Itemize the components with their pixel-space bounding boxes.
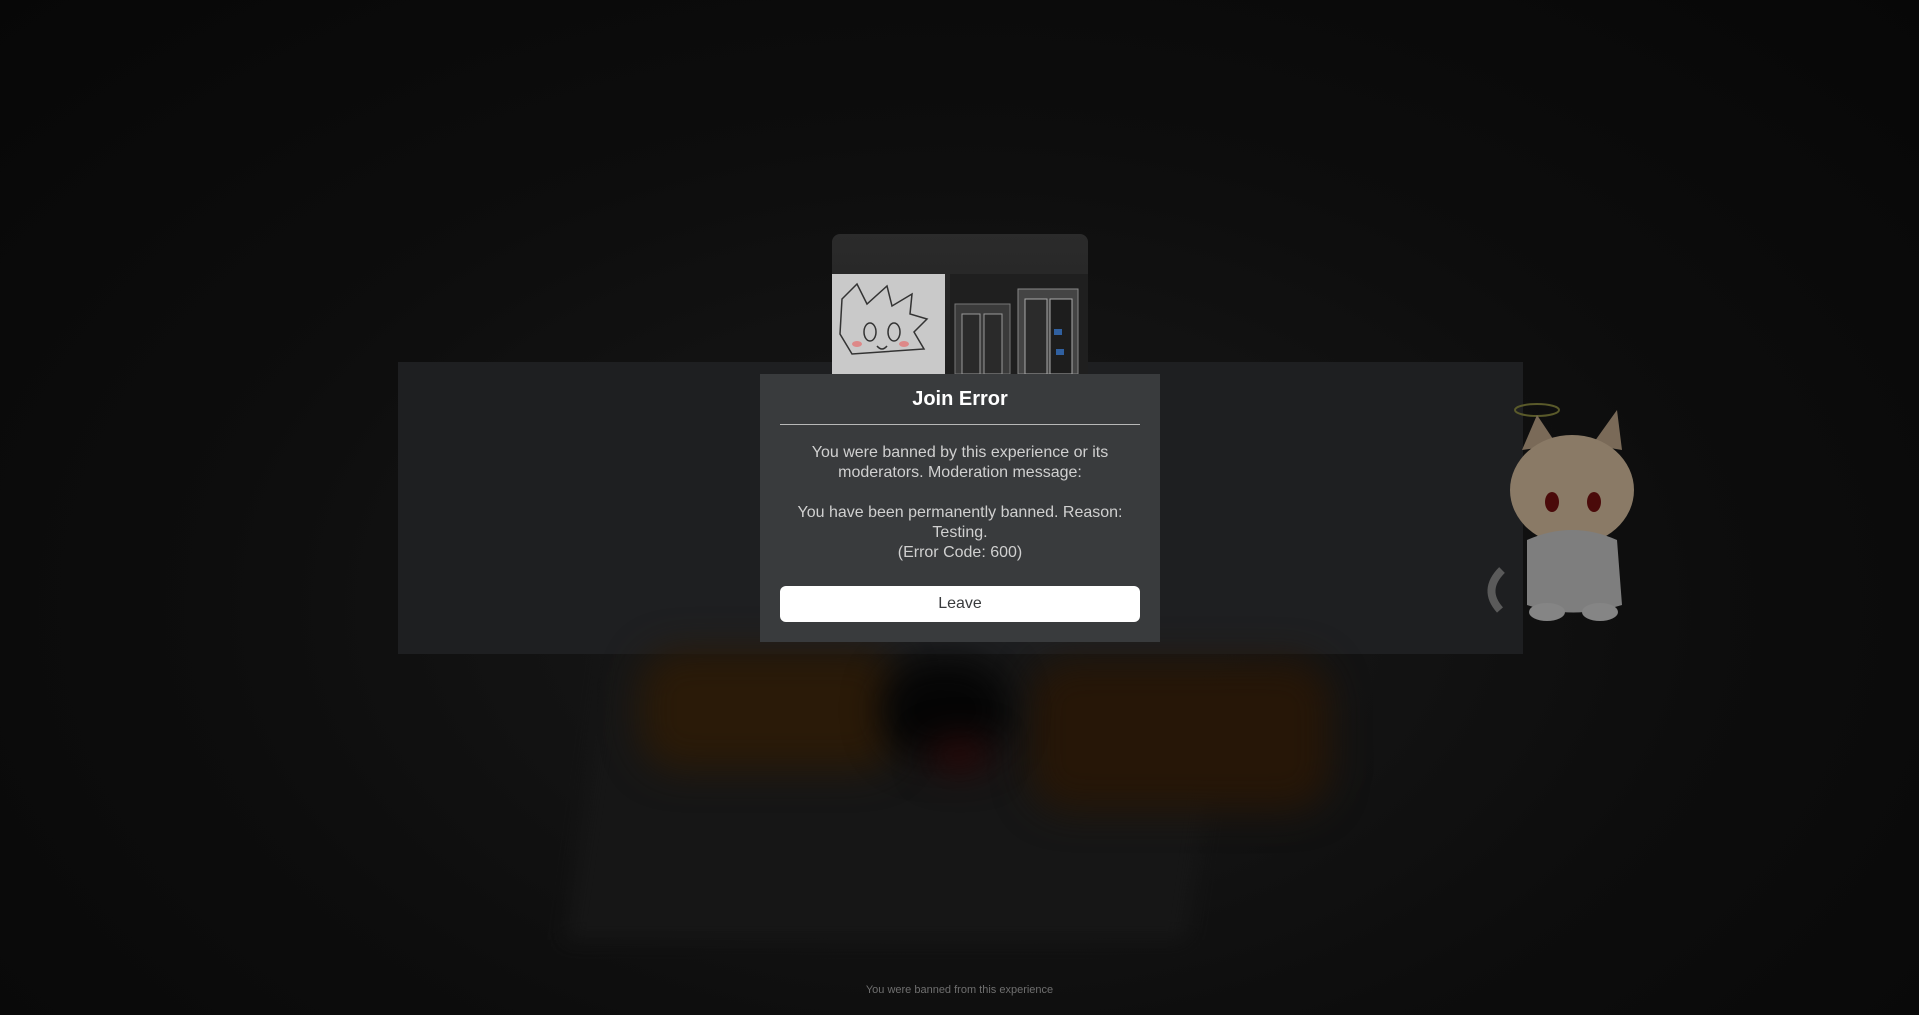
- join-error-dialog: Join Error You were banned by this exper…: [760, 374, 1160, 642]
- game-screen: Join Error You were banned by this exper…: [0, 0, 1919, 1015]
- dialog-message: You were banned by this experience or it…: [797, 444, 1123, 561]
- experience-thumbnail: [832, 234, 1088, 374]
- server-rack-image: [950, 274, 1088, 374]
- background-blob: [640, 650, 900, 770]
- background-blob: [1030, 660, 1330, 810]
- doodle-image: [832, 274, 945, 374]
- status-text: You were banned from this experience: [865, 984, 1054, 996]
- background-blob: [930, 740, 990, 770]
- cat-character-image: [1487, 403, 1634, 621]
- dialog-title: Join Error: [780, 374, 1140, 425]
- leave-button[interactable]: Leave: [780, 586, 1140, 622]
